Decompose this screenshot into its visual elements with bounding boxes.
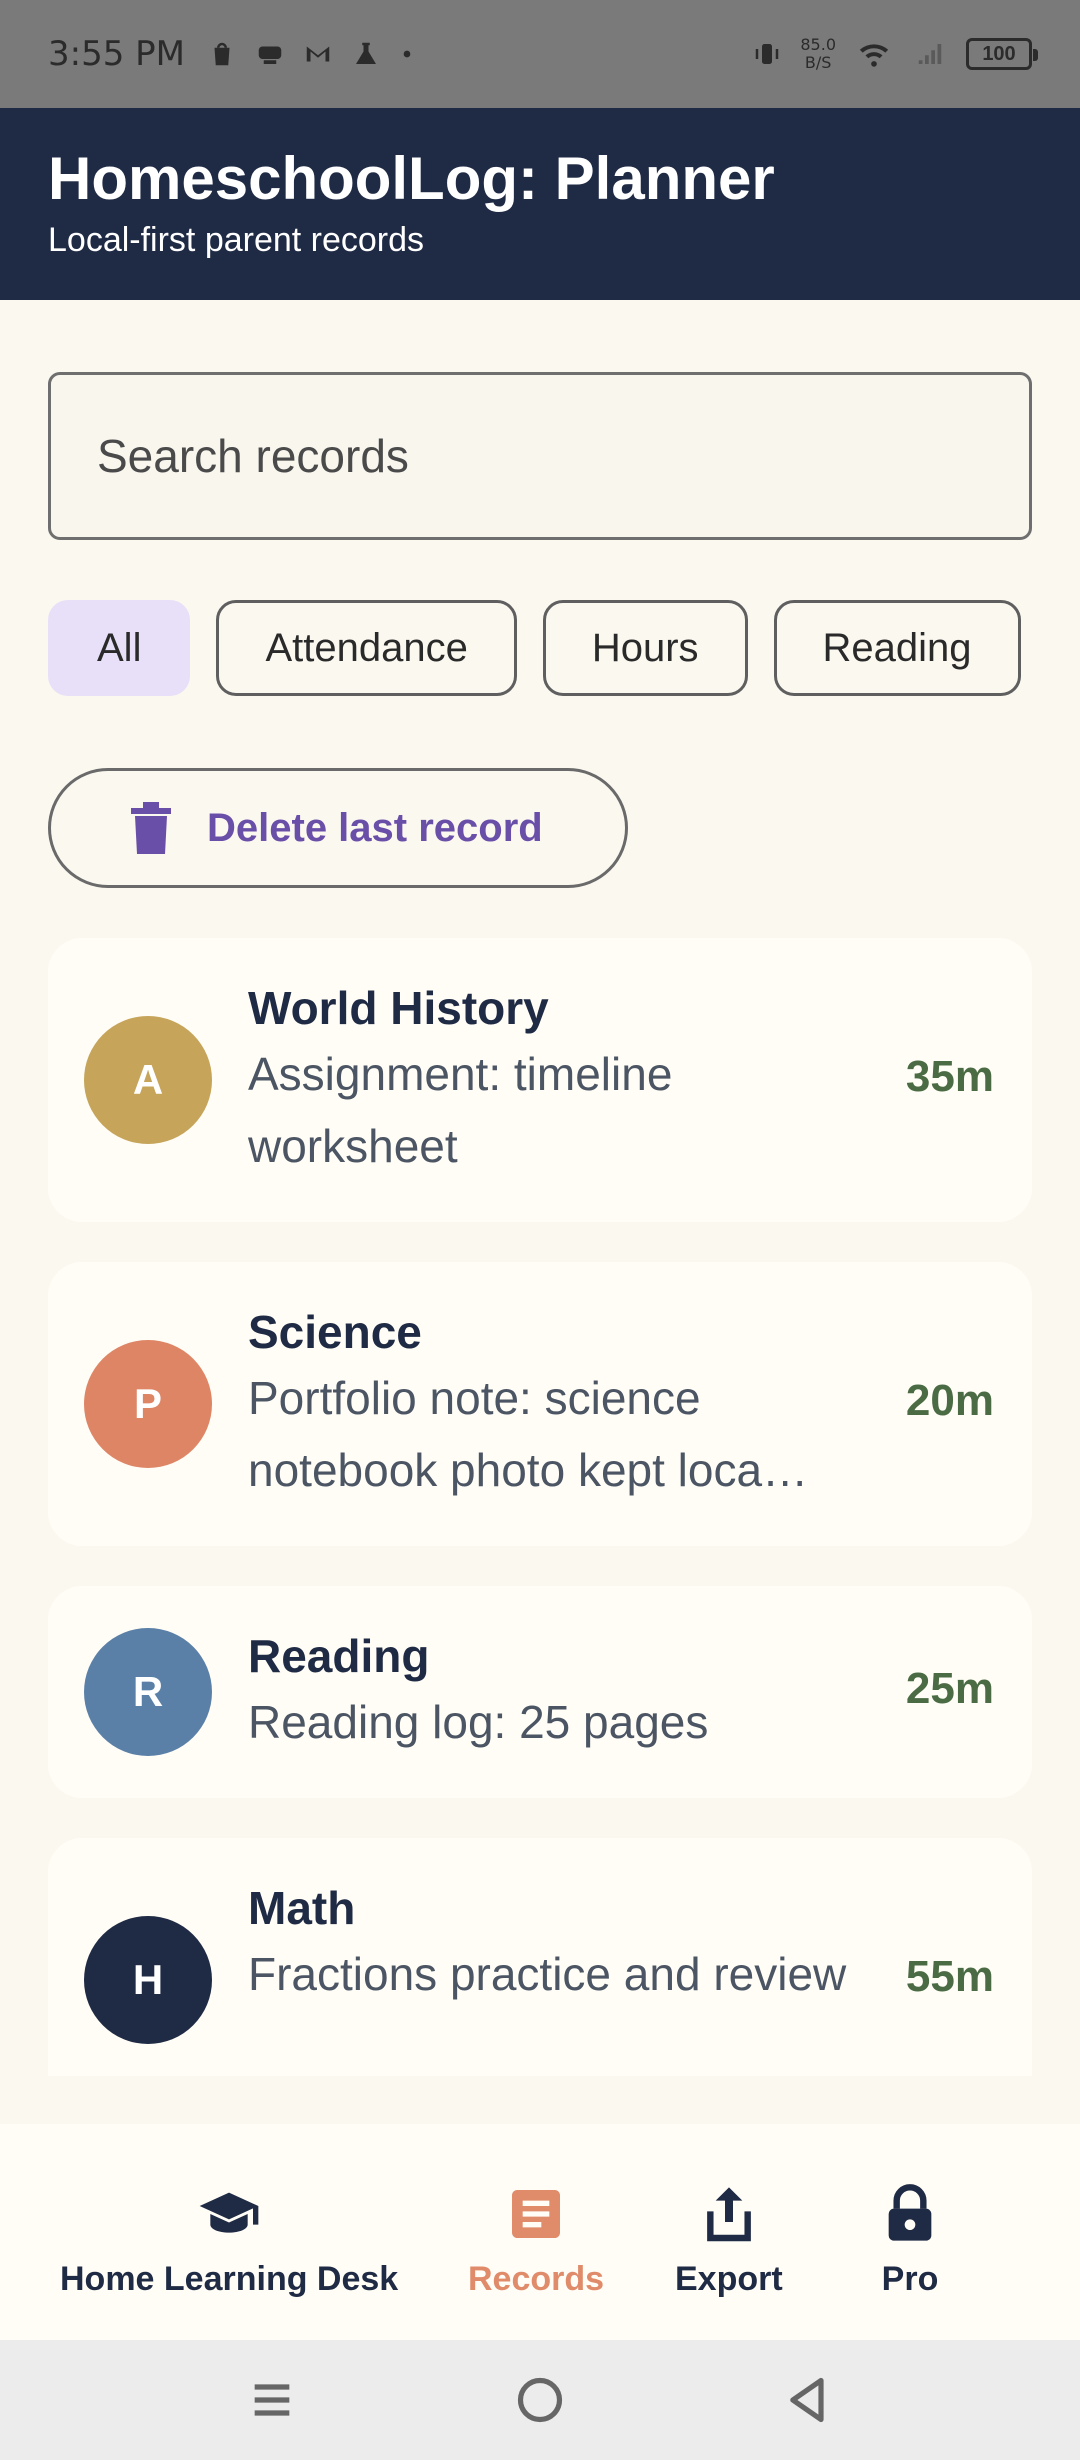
nav-item-pro[interactable]: Pro — [878, 2182, 942, 2299]
record-card[interactable]: P Science Portfolio note: science notebo… — [48, 1262, 1032, 1546]
record-duration: 35m — [905, 1052, 994, 1101]
records-icon — [512, 2190, 561, 2238]
back-triangle-icon[interactable] — [782, 2374, 834, 2426]
record-description: Assignment: timeline worksheet — [248, 1048, 673, 1172]
filter-chip-all[interactable]: All — [48, 600, 191, 696]
record-title: Math — [248, 1882, 356, 1934]
shopping-bag-icon — [214, 42, 230, 66]
record-description: Reading log: 25 pages — [248, 1696, 709, 1748]
record-description: Portfolio note: science notebook photo k… — [248, 1372, 809, 1496]
record-text: Reading Reading log: 25 pages — [248, 1628, 868, 1758]
nav-item-records[interactable]: Records — [468, 2182, 604, 2299]
record-avatar: H — [84, 1916, 212, 2044]
network-speed-value: 85.0 — [800, 35, 836, 54]
vibrate-icon — [756, 44, 779, 64]
dot-icon — [403, 50, 411, 58]
record-list: A World History Assignment: timeline wor… — [48, 938, 1032, 2076]
signal-icon — [918, 44, 942, 64]
nav-label: Export — [675, 2260, 783, 2298]
filter-chips: All Attendance Hours Reading — [48, 600, 1032, 696]
record-duration: 20m — [905, 1376, 994, 1425]
nav-item-export[interactable]: Export — [675, 2182, 783, 2299]
record-duration: 25m — [905, 1664, 994, 1713]
app-subtitle: Local-first parent records — [48, 221, 425, 259]
home-circle-icon[interactable] — [514, 2374, 566, 2426]
lock-icon — [888, 2184, 932, 2241]
record-description: Fractions practice and review — [248, 1948, 847, 2000]
bottom-navigation: Home Learning Desk Records Export Pro — [0, 2124, 1080, 2340]
graduation-cap-icon — [199, 2192, 259, 2233]
nav-item-home-learning-desk[interactable]: Home Learning Desk — [60, 2182, 398, 2299]
filter-chip-attendance[interactable]: Attendance — [216, 600, 517, 696]
recent-apps-icon[interactable] — [246, 2374, 298, 2426]
delete-last-record-button[interactable]: Delete last record — [48, 768, 628, 888]
app-header: HomeschoolLog: Planner Local-first paren… — [0, 108, 1080, 300]
status-time: 3:55 PM — [48, 34, 185, 74]
gmail-icon — [306, 46, 330, 62]
record-avatar: P — [84, 1340, 212, 1468]
record-card[interactable]: H Math Fractions practice and review 55m — [48, 1838, 1032, 2076]
record-title: World History — [248, 982, 549, 1034]
flask-icon — [356, 42, 376, 64]
wifi-icon — [859, 44, 889, 67]
status-system-icons: 85.0 B/S 100 — [752, 36, 1038, 72]
record-text: Science Portfolio note: science notebook… — [248, 1304, 868, 1506]
nav-label: Records — [468, 2260, 605, 2298]
search-input[interactable] — [97, 429, 983, 483]
delete-last-record-label: Delete last record — [207, 805, 543, 850]
network-speed: 85.0 B/S — [800, 36, 836, 72]
record-title: Science — [248, 1306, 422, 1358]
app-title: HomeschoolLog: Planner — [48, 145, 775, 212]
status-notification-icons — [207, 39, 415, 69]
share-icon — [706, 2187, 751, 2242]
battery-indicator: 100 — [966, 38, 1038, 70]
record-card[interactable]: R Reading Reading log: 25 pages 25m — [48, 1586, 1032, 1798]
battery-level: 100 — [982, 42, 1016, 65]
record-card[interactable]: A World History Assignment: timeline wor… — [48, 938, 1032, 1222]
record-title: Reading — [248, 1630, 430, 1682]
record-text: World History Assignment: timeline works… — [248, 980, 868, 1182]
filter-chip-reading[interactable]: Reading — [773, 600, 1021, 696]
nav-label: Home Learning Desk — [60, 2260, 399, 2298]
system-navigation-bar — [0, 2340, 1080, 2460]
filter-chip-hours[interactable]: Hours — [542, 600, 748, 696]
status-bar: 3:55 PM 85.0 B/S 100 — [0, 0, 1080, 108]
trash-icon — [131, 802, 171, 854]
record-avatar: R — [84, 1628, 212, 1756]
nav-label: Pro — [881, 2260, 939, 2298]
search-field[interactable] — [48, 372, 1032, 540]
record-duration: 55m — [905, 1952, 994, 2001]
record-text: Math Fractions practice and review — [248, 1880, 868, 2010]
network-speed-unit: B/S — [804, 53, 832, 72]
record-avatar: A — [84, 1016, 212, 1144]
game-icon — [258, 46, 282, 64]
